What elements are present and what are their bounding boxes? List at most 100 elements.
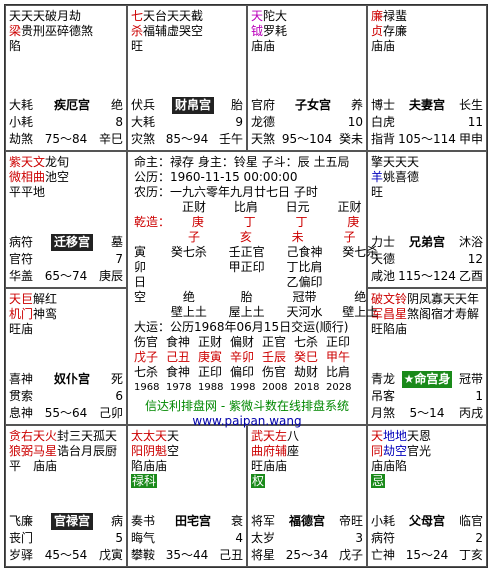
star-row: 七天台天天截 bbox=[131, 9, 243, 24]
dayun-years: 1968 1978 1988 1998 2008 2018 2028 bbox=[134, 380, 360, 395]
hidden-label: 日 bbox=[134, 275, 147, 289]
star-name: 旺 bbox=[371, 185, 384, 199]
palace-footer-line: 月煞 5～14 丙戌 bbox=[371, 405, 483, 422]
decade-range: 5～14 bbox=[409, 406, 445, 420]
ganzhi: 丁亥 bbox=[458, 548, 483, 562]
star-row: 杀福辅虚哭空 bbox=[131, 24, 243, 39]
star-row: 平平地 bbox=[9, 185, 123, 200]
star-list: 廉禄蜚 贞存廉 庙庙 bbox=[371, 9, 483, 54]
palace-shen[interactable]: 廉禄蜚 贞存廉 庙庙 博士 夫妻宫 长生 白虎 11 指背 105～114 甲申 bbox=[367, 5, 487, 151]
star-name: 姚喜德 bbox=[383, 170, 420, 184]
palace-chen[interactable]: 紫天文龙旬 微相曲池空 平平地 病符 迁移宫 墓官符 7 华盖 65～74 庚辰 bbox=[5, 151, 127, 288]
shensha-name: 官府 bbox=[251, 98, 276, 112]
star-name: 庙庙陷 bbox=[371, 459, 408, 473]
dayun-year-item: 1968 bbox=[134, 382, 160, 393]
palace-name: 官禄宫 bbox=[50, 513, 93, 530]
palace-wei[interactable]: 天陀大 钺罗耗 庙庙 官府 子女宫 养龙德 10 天煞 95～104 癸未 bbox=[247, 5, 367, 151]
star-row: 紫天文龙旬 bbox=[9, 155, 123, 170]
star-row: 旺庙 bbox=[9, 322, 123, 337]
shensha-name: 伏兵 bbox=[131, 98, 156, 112]
palace-footer: 喜神 奴仆宫 死贯索 6 息神 55～64 己卯 bbox=[9, 371, 123, 422]
shensha-name: 绝 bbox=[110, 98, 123, 112]
shensha-name: 死 bbox=[110, 372, 123, 386]
decade-range: 55～64 bbox=[44, 406, 88, 420]
hidden-stem: 癸七杀 bbox=[342, 245, 379, 259]
shensha-name: 小耗 bbox=[371, 514, 396, 528]
decade-range: 75～84 bbox=[44, 132, 88, 146]
decade-range: 115～124 bbox=[398, 269, 456, 283]
dayun-ganzhi-item: 壬辰 bbox=[262, 350, 287, 364]
star-name: 天 bbox=[371, 429, 384, 443]
ganzhi: 甲申 bbox=[458, 132, 483, 146]
palace-footer-line: 天德 12 bbox=[371, 251, 483, 268]
pillar-title: 比肩 bbox=[233, 200, 258, 214]
star-name: 钺 bbox=[251, 24, 264, 38]
star-list: 破文铃阴凤寡天天年 军昌星煞阁宿才寿解 旺陷庙 bbox=[371, 292, 483, 337]
hidden-label: 寅 bbox=[134, 245, 147, 259]
palace-footer-line: 大耗 9 bbox=[131, 114, 243, 131]
hidden-stem: 壬正官 bbox=[228, 245, 265, 259]
decade-range: 15～24 bbox=[405, 548, 449, 562]
website-url[interactable]: www.paipan.wang bbox=[134, 414, 360, 429]
star-row: 旺陷庙 bbox=[371, 322, 483, 337]
hidden-stem: 己食神 bbox=[286, 245, 323, 259]
palace-footer: 力士 兄弟宫 沐浴 天德 12 咸池 115～124 乙酉 bbox=[371, 234, 483, 285]
palace-footer: 将军 福德宫 帝旺 太岁 3 将星 25～34 戊子 bbox=[251, 513, 363, 564]
star-name: 庙庙 bbox=[251, 39, 276, 53]
palace-hai[interactable]: 天地地天恩 同劫空官光 庙庙陷忌小耗 父母宫 临官 病符 2 亡神 15～24 丁亥 bbox=[367, 425, 487, 567]
dayun-year-item: 2028 bbox=[326, 382, 352, 393]
palace-footer-line: 丧门 5 bbox=[9, 530, 123, 547]
star-name: 解红 bbox=[33, 292, 58, 306]
dayun-ganzhi-item: 癸巳 bbox=[294, 350, 319, 364]
palace-name: ★命宫身 bbox=[401, 371, 453, 388]
star-name: 官光 bbox=[407, 444, 432, 458]
zhi-char: 未 bbox=[291, 230, 304, 244]
zhi-char: 亥 bbox=[239, 230, 252, 244]
shensha-name: 将星 bbox=[251, 548, 276, 562]
nayin: 屋上土 bbox=[228, 305, 265, 319]
shensha-name: 帝旺 bbox=[338, 514, 363, 528]
palace-index: 10 bbox=[347, 115, 363, 129]
star-row: 旺 bbox=[371, 185, 483, 200]
star-name: 贵刑巫碎德煞 bbox=[21, 24, 94, 38]
hidden-stem: 丁比肩 bbox=[286, 260, 323, 274]
star-name: 天 bbox=[167, 429, 180, 443]
nayin: 天河水 bbox=[286, 305, 323, 319]
palace-name: 夫妻宫 bbox=[408, 98, 445, 112]
gan-char: 丁 bbox=[243, 215, 256, 229]
dayun-zhi-shishen-item: 偏印 bbox=[230, 365, 255, 379]
palace-footer-line: 官符 7 bbox=[9, 251, 123, 268]
palace-wu[interactable]: 七天台天天截 杀福辅虚哭空旺伏兵 财帛宫 胎大耗 9 灾煞 85～94 壬午 bbox=[127, 5, 247, 151]
shensha-name: 晦气 bbox=[131, 531, 156, 545]
ganzhi: 己卯 bbox=[98, 406, 123, 420]
palace-zi[interactable]: 武天左八 曲府辅座 旺庙庙权将军 福德宫 帝旺 太岁 3 将星 25～34 戊子 bbox=[247, 425, 367, 567]
palace-si[interactable]: 天天天破月劫 梁贵刑巫碎德煞陷大耗 疾厄宫 绝小耗 8 劫煞 75～84 辛巳 bbox=[5, 5, 127, 151]
palace-chou[interactable]: 太太天天 阳阴魁空 陷庙庙 禄科 奏书 田宅宫 衰晦气 4 攀鞍 35～44 己丑 bbox=[127, 425, 247, 567]
dayun-zhi-shishen-item: 食神 bbox=[166, 365, 191, 379]
sihua-badge: 权 bbox=[251, 474, 266, 488]
palace-you[interactable]: 擎天天天 羊姚喜德旺力士 兄弟宫 沐浴 天德 12 咸池 115～124 乙酉 bbox=[367, 151, 487, 288]
palace-footer-line: 青龙 ★命宫身 冠带 bbox=[371, 371, 483, 388]
star-row: 太太天天 bbox=[131, 429, 243, 444]
sihua-badge: 禄科 bbox=[131, 474, 158, 488]
palace-yin[interactable]: 贪右天火封三天孤天 狼弼马星诰台月辰厨平 庙庙 飞廉 官禄宫 病丧门 5 岁驿 45～54 戊寅 bbox=[5, 425, 127, 567]
gan-char: 庚 bbox=[191, 215, 204, 229]
palace-footer-line: 攀鞍 35～44 己丑 bbox=[131, 547, 243, 564]
star-list: 太太天天 阳阴魁空 陷庙庙 禄科 bbox=[131, 429, 243, 489]
zhi-char: 子 bbox=[343, 230, 356, 244]
palace-footer-line: 大耗 疾厄宫 绝 bbox=[9, 97, 123, 114]
palace-footer-line: 指背 105～114 甲申 bbox=[371, 131, 483, 148]
hidden-stem: 甲正印 bbox=[228, 260, 265, 274]
palace-footer: 小耗 父母宫 临官 病符 2 亡神 15～24 丁亥 bbox=[371, 513, 483, 564]
star-name: 封三天孤天 bbox=[57, 429, 118, 443]
palace-footer-line: 奏书 田宅宫 衰 bbox=[131, 513, 243, 530]
shensha-name: 官符 bbox=[9, 252, 34, 266]
star-row: 军昌星煞阁宿才寿解 bbox=[371, 307, 483, 322]
palace-mao[interactable]: 天巨解红 机门神鸾 旺庙 喜神 奴仆宫 死贯索 6 息神 55～64 己卯 bbox=[5, 288, 127, 425]
info-solar-date: 公历：1960-11-15 00:00:00 bbox=[134, 170, 298, 184]
star-name: 天 bbox=[251, 9, 264, 23]
palace-footer-line: 小耗 父母宫 临官 bbox=[371, 513, 483, 530]
star-row: 狼弼马星诰台月辰厨 bbox=[9, 444, 123, 459]
palace-footer: 大耗 疾厄宫 绝小耗 8 劫煞 75～84 辛巳 bbox=[9, 97, 123, 148]
decade-range: 85～94 bbox=[165, 132, 209, 146]
